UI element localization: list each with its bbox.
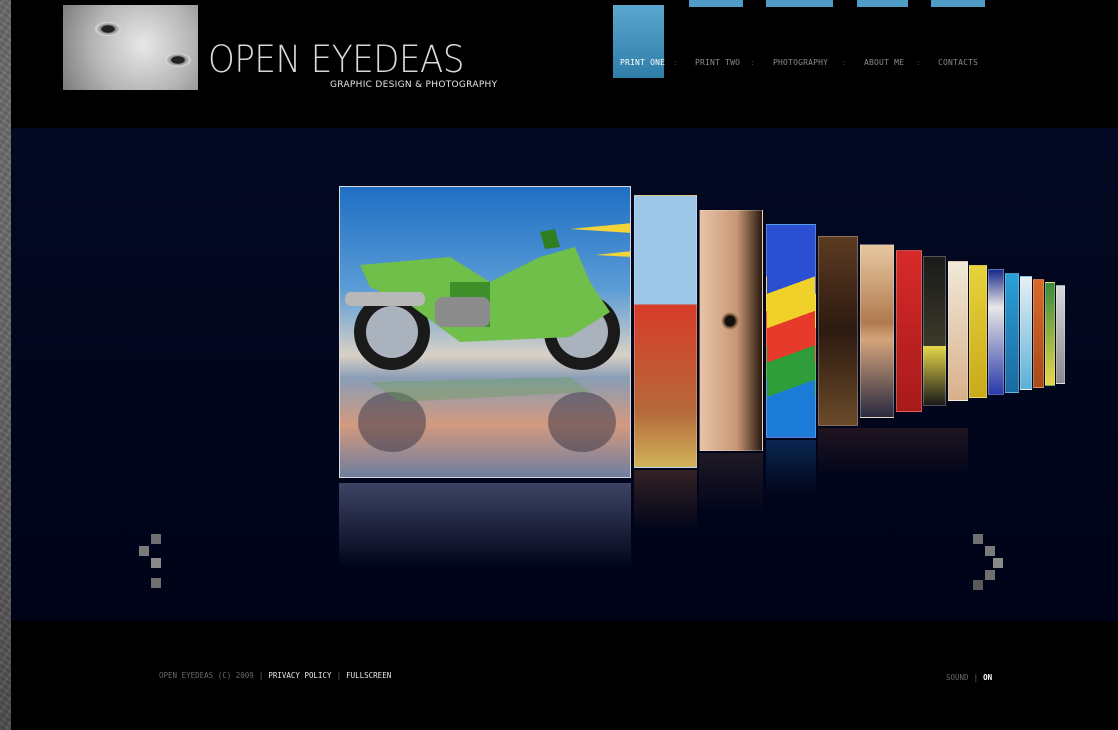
chevron-right-icon[interactable] (973, 534, 1007, 590)
nav-separator: : (751, 58, 754, 67)
site-title: OPEN EYEDEAS (208, 38, 465, 81)
nav-tick (766, 0, 833, 7)
sound-on-toggle[interactable]: ON (983, 673, 992, 682)
nav-tick (931, 0, 985, 7)
nav-photography[interactable]: PHOTOGRAPHY (773, 58, 828, 67)
footer-separator: | (973, 673, 979, 682)
sound-label: SOUND (946, 673, 969, 682)
nav-separator: : (674, 58, 677, 67)
featured-image-reflection (339, 483, 631, 568)
nav-contacts[interactable]: CONTACTS (938, 58, 978, 67)
thumbnail-reflection (818, 428, 968, 478)
nav-separator: : (917, 58, 920, 67)
gallery-thumbnail[interactable] (699, 210, 763, 451)
nav-tick (857, 0, 908, 7)
gallery-stage (11, 128, 1118, 621)
footer-links: OPEN EYEDEAS (C) 2009 | PRIVACY POLICY | FUL… (159, 671, 391, 680)
thumbnail-reflection (766, 440, 816, 495)
nav-separator: : (843, 58, 846, 67)
nav-print-one[interactable]: PRINT ONE (620, 58, 665, 67)
gallery-thumbnail[interactable] (766, 224, 816, 438)
site-subtitle: GRAPHIC DESIGN & PHOTOGRAPHY (330, 80, 498, 90)
nav-tick (689, 0, 743, 7)
nav-active-highlight (613, 5, 664, 78)
chevron-left-icon[interactable] (139, 534, 173, 590)
gallery-thumbnail[interactable] (988, 269, 1004, 395)
footer-separator: | (336, 671, 342, 680)
gallery-thumbnail[interactable] (818, 236, 858, 426)
gallery-thumbnail[interactable] (923, 256, 946, 406)
footer-separator: | (258, 671, 264, 680)
gallery-thumbnail[interactable] (634, 195, 697, 468)
privacy-policy-link[interactable]: PRIVACY POLICY (268, 671, 331, 680)
logo-photo (63, 5, 198, 90)
nav-about-me[interactable]: ABOUT ME (864, 58, 904, 67)
gallery-thumbnail[interactable] (1005, 273, 1019, 393)
nav-print-two[interactable]: PRINT TWO (695, 58, 740, 67)
gallery-thumbnail[interactable] (969, 265, 987, 398)
motorcycle-illustration (345, 223, 630, 452)
thumbnail-reflection (699, 453, 763, 513)
gallery-thumbnail[interactable] (1020, 276, 1032, 390)
site-container: OPEN EYEDEAS GRAPHIC DESIGN & PHOTOGRAPH… (11, 0, 1118, 730)
fullscreen-link[interactable]: FULLSCREEN (346, 671, 391, 680)
gallery-thumbnail[interactable] (896, 250, 922, 412)
gallery-thumbnail[interactable] (1045, 282, 1055, 386)
gallery-thumbnail[interactable] (1033, 279, 1044, 388)
gallery-thumbnail[interactable] (860, 244, 894, 418)
gallery-thumbnail[interactable] (948, 261, 968, 401)
thumbnail-reflection (634, 470, 697, 530)
featured-motorcycle-image[interactable] (339, 186, 631, 478)
copyright-text: OPEN EYEDEAS (C) 2009 (159, 671, 254, 680)
sound-toggle[interactable]: SOUND | ON (946, 673, 992, 682)
gallery-thumbnail[interactable] (1056, 285, 1065, 384)
